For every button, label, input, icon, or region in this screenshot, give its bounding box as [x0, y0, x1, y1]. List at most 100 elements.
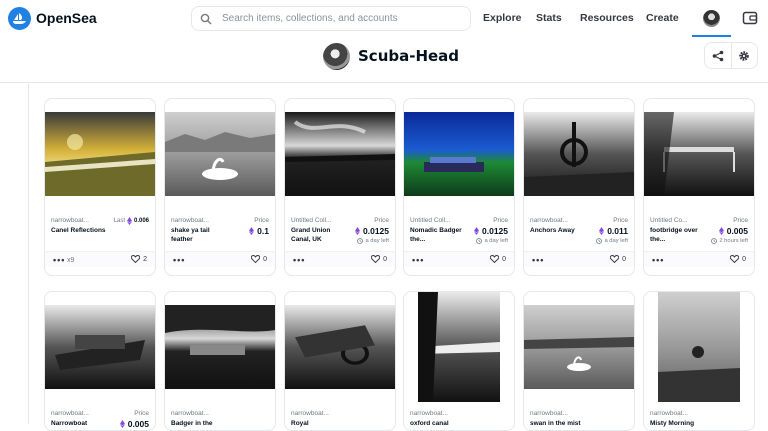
like-button[interactable]: 0 [251, 255, 267, 263]
collection-name[interactable]: Untitled Coll... [410, 217, 450, 224]
price-label: Price [733, 217, 748, 224]
more-options-icon[interactable]: ••• [412, 255, 424, 265]
bundle-count: x9 [67, 257, 75, 264]
eth-icon [474, 227, 479, 235]
nft-card[interactable]: Untitled Co... footbridge over the... Pr… [643, 98, 755, 276]
card-info: Untitled Coll... Grand Union Canal, UK P… [285, 209, 395, 251]
nft-card[interactable]: narrowboat... Anchors Away Price 0.011 a… [523, 98, 635, 276]
nft-card[interactable]: narrowboat... Canel Reflections Last 0.0… [44, 98, 156, 276]
nft-title[interactable]: Canel Reflections [51, 226, 107, 235]
heart-icon [131, 255, 141, 263]
collection-name[interactable]: Untitled Coll... [291, 217, 331, 224]
nft-title[interactable]: Nomadic Badger the... [410, 226, 466, 244]
wallet-icon[interactable] [742, 10, 758, 26]
nft-image[interactable] [644, 292, 754, 402]
like-button[interactable]: 0 [610, 255, 626, 263]
search-icon [200, 12, 214, 26]
price-value: 0.011 [607, 226, 628, 236]
more-options-icon[interactable]: ••• [652, 255, 664, 265]
nft-card[interactable]: narrowboat... Royal [284, 291, 396, 431]
more-options-icon[interactable]: ••• [293, 255, 305, 265]
like-count: 0 [383, 255, 387, 263]
nft-image[interactable] [165, 292, 275, 402]
collection-name[interactable]: narrowboat... [171, 217, 209, 224]
nft-card[interactable]: narrowboat... Misty Morning [643, 291, 755, 431]
card-footer: ••• 0 [285, 251, 395, 267]
price-label: Price [613, 217, 628, 224]
nft-card[interactable]: narrowboat... swan in the mist [523, 291, 635, 431]
share-button[interactable] [705, 43, 731, 68]
time-left: a day left [476, 238, 508, 244]
collection-name[interactable]: narrowboat... [410, 410, 448, 417]
collection-name[interactable]: narrowboat... [291, 410, 329, 417]
nft-card[interactable]: narrowboat... Badger in the [164, 291, 276, 431]
profile-actions [704, 42, 758, 69]
like-button[interactable]: 0 [730, 255, 746, 263]
card-footer: ••• 0 [165, 251, 275, 267]
nft-image[interactable] [404, 292, 514, 402]
nft-image[interactable] [45, 99, 155, 209]
eth-icon [126, 217, 132, 225]
nav-create[interactable]: Create [646, 12, 679, 24]
collection-name[interactable]: narrowboat... [51, 410, 89, 417]
profile-bar: Scuba-Head [0, 38, 768, 83]
time-left-text: 2 hours left [719, 238, 748, 244]
nft-image[interactable] [165, 99, 275, 209]
collection-name[interactable]: narrowboat... [51, 217, 89, 224]
nft-title[interactable]: footbridge over the... [650, 226, 706, 244]
share-icon [712, 50, 724, 61]
nft-image[interactable] [285, 99, 395, 209]
collection-name[interactable]: narrowboat... [530, 410, 568, 417]
account-avatar[interactable] [703, 10, 720, 27]
nft-card[interactable]: narrowboat... oxford canal [403, 291, 515, 431]
nav-stats[interactable]: Stats [536, 12, 562, 24]
search-input[interactable] [222, 13, 467, 24]
more-options-icon[interactable]: ••• [53, 255, 65, 265]
nft-card[interactable]: narrowboat... Narrowboat Price 0.005 [44, 291, 156, 431]
nft-image[interactable] [404, 99, 514, 209]
nft-title[interactable]: shake ya tail feather [171, 226, 227, 244]
nav-resources[interactable]: Resources [580, 12, 634, 24]
collection-name[interactable]: narrowboat... [171, 410, 209, 417]
collection-name[interactable]: Untitled Co... [650, 217, 688, 224]
search-box[interactable] [191, 6, 471, 31]
collection-name[interactable]: narrowboat... [530, 217, 568, 224]
active-tab-indicator [692, 35, 731, 37]
nft-card[interactable]: Untitled Coll... Nomadic Badger the... P… [403, 98, 515, 276]
time-left: 2 hours left [711, 238, 748, 244]
nft-title[interactable]: Anchors Away [530, 226, 586, 235]
settings-button[interactable] [730, 43, 757, 68]
nft-title[interactable]: Grand Union Canal, UK [291, 226, 347, 244]
like-count: 0 [502, 255, 506, 263]
nft-image[interactable] [644, 99, 754, 209]
time-left-text: a day left [365, 238, 389, 244]
like-button[interactable]: 0 [371, 255, 387, 263]
collection-name[interactable]: narrowboat... [650, 410, 688, 417]
nft-image[interactable] [524, 99, 634, 209]
price-value: 0.0125 [363, 226, 389, 236]
nft-card[interactable]: Untitled Coll... Grand Union Canal, UK P… [284, 98, 396, 276]
price-value: 0.005 [127, 419, 149, 429]
price-value: 0.1 [257, 226, 269, 236]
more-options-icon[interactable]: ••• [532, 255, 544, 265]
like-button[interactable]: 0 [490, 255, 506, 263]
card-info: Untitled Coll... Nomadic Badger the... P… [404, 209, 514, 251]
brand-name[interactable]: OpenSea [36, 10, 97, 26]
price-label: Price [254, 217, 269, 224]
card-footer: ••• 0 [644, 251, 754, 267]
heart-icon [371, 255, 381, 263]
more-options-icon[interactable]: ••• [173, 255, 185, 265]
time-left: a day left [357, 238, 389, 244]
nav-explore[interactable]: Explore [483, 12, 522, 24]
card-info: narrowboat... Narrowboat Price 0.005 [45, 402, 155, 430]
time-left: a day left [596, 238, 628, 244]
like-button[interactable]: 2 [131, 255, 147, 263]
nft-image[interactable] [524, 292, 634, 402]
nft-image[interactable] [45, 292, 155, 402]
opensea-logo-icon[interactable] [8, 7, 31, 30]
card-info: narrowboat... Anchors Away Price 0.011 a… [524, 209, 634, 251]
nft-image[interactable] [285, 292, 395, 402]
card-info: narrowboat... Badger in the [165, 402, 275, 430]
nft-card[interactable]: narrowboat... shake ya tail feather Pric… [164, 98, 276, 276]
price-label: Price [134, 410, 149, 417]
